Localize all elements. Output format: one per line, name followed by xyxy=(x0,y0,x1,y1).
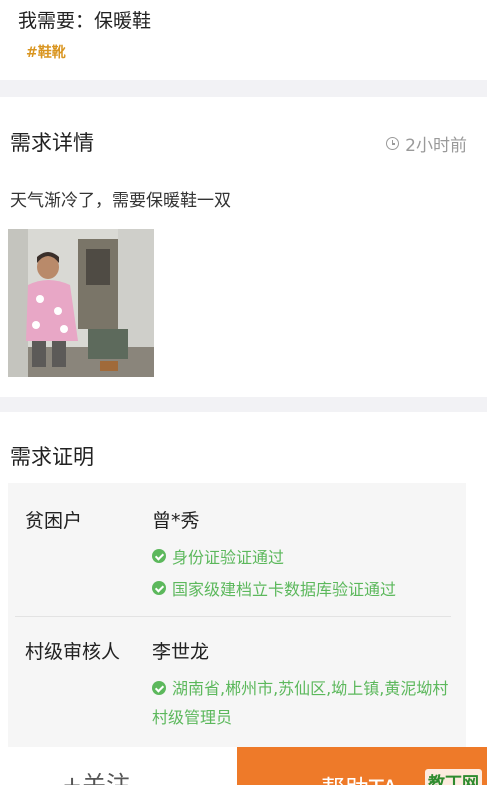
reviewer-name: 李世龙 xyxy=(152,641,210,663)
proof-section-title: 需求证明 xyxy=(10,445,94,469)
reviewer-info: 湖南省,郴州市,苏仙区,坳上镇,黄泥坳村 村级管理员 xyxy=(152,674,452,732)
id-verification-status: 身份证验证通过 xyxy=(152,544,284,568)
check-circle-icon xyxy=(152,581,166,595)
poor-household-label: 贫困户 xyxy=(25,510,83,532)
help-button-label: 帮助TA xyxy=(321,769,398,785)
watermark-logo: 教丁网 xyxy=(425,769,482,785)
proof-divider xyxy=(15,616,451,617)
header-section: 我需要：保暖鞋 #鞋靴 xyxy=(0,0,487,80)
need-description: 天气渐冷了，需要保暖鞋一双 xyxy=(10,191,231,211)
posted-time: 2小时前 xyxy=(386,131,467,156)
section-divider xyxy=(0,80,487,97)
clock-icon xyxy=(386,137,400,150)
reviewer-label: 村级审核人 xyxy=(25,641,121,663)
person-photo-image xyxy=(8,229,154,377)
check-circle-icon xyxy=(152,549,166,563)
reviewer-info-text: 湖南省,郴州市,苏仙区,坳上镇,黄泥坳村 村级管理员 xyxy=(152,679,449,727)
section-divider xyxy=(0,397,487,412)
id-verification-text: 身份证验证通过 xyxy=(172,548,285,567)
database-verification-status: 国家级建档立卡数据库验证通过 xyxy=(152,576,396,600)
poor-household-name: 曾*秀 xyxy=(152,510,200,532)
page-title: 我需要：保暖鞋 xyxy=(18,10,152,32)
bottom-action-bar: +关注 帮助TA 教丁网 xyxy=(0,747,487,785)
posted-time-text: 2小时前 xyxy=(405,136,467,156)
detail-section-title: 需求详情 xyxy=(10,131,94,155)
follow-button[interactable]: +关注 xyxy=(62,765,130,785)
check-circle-icon xyxy=(152,681,166,695)
category-tag[interactable]: #鞋靴 xyxy=(26,42,66,62)
help-button[interactable]: 帮助TA 教丁网 xyxy=(237,747,487,785)
need-photo[interactable] xyxy=(8,229,154,377)
database-verification-text: 国家级建档立卡数据库验证通过 xyxy=(172,580,397,599)
